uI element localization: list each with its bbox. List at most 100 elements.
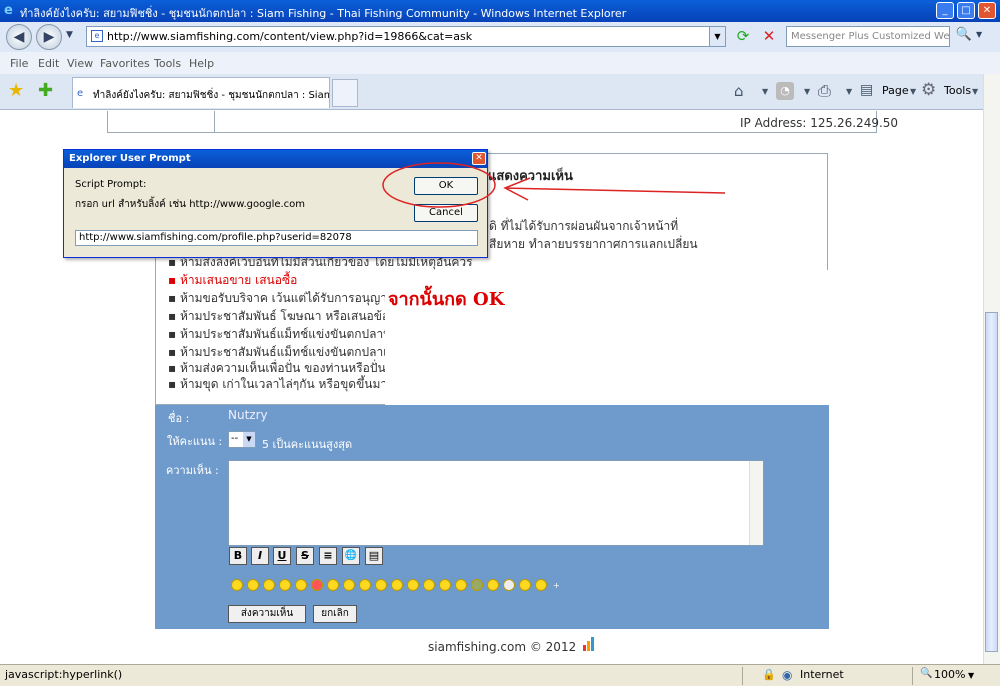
score-dropdown-icon[interactable]: ▼ bbox=[243, 432, 255, 447]
score-hint: 5 เป็นคะแนนสูงสุด bbox=[262, 438, 353, 451]
comment-label: ความเห็น : bbox=[166, 464, 219, 477]
home-dropdown-icon[interactable]: ▼ bbox=[762, 87, 768, 96]
search-input[interactable]: Messenger Plus Customized Web Sear bbox=[786, 26, 950, 47]
smiley-icon[interactable] bbox=[487, 579, 499, 591]
forward-arrow-icon[interactable]: ▶ bbox=[36, 24, 62, 50]
ip-value: 125.26.249.50 bbox=[810, 116, 899, 130]
menu-favorites[interactable]: Favorites bbox=[100, 57, 150, 70]
score-select[interactable]: -- ▼ bbox=[228, 431, 256, 448]
smiley-icon[interactable] bbox=[327, 579, 339, 591]
bold-button[interactable]: B bbox=[229, 547, 247, 565]
name-label: ชื่อ : bbox=[168, 412, 190, 425]
page-menu-icon: ▤ bbox=[860, 82, 874, 98]
smiley-icon[interactable] bbox=[263, 579, 275, 591]
add-favorite-icon[interactable]: ✚ bbox=[38, 80, 53, 101]
comment-textarea[interactable] bbox=[228, 460, 764, 546]
tab-row: ★ ✚ e ทำลิงค์ยังไงครับ: สยามฟิชชิ่ง - ชุ… bbox=[0, 74, 1000, 110]
hyperlink-icon[interactable]: 🌐 bbox=[342, 547, 360, 565]
smiley-icon[interactable] bbox=[311, 579, 323, 591]
home-icon[interactable]: ⌂ bbox=[734, 82, 744, 100]
tools-menu-button[interactable]: Tools bbox=[944, 84, 971, 97]
smiley-icon[interactable] bbox=[391, 579, 403, 591]
rule-line-2: สียหาย ทำลายบรรยากาศการแลกเปลี่ยน bbox=[489, 237, 698, 251]
quote-icon[interactable]: ▤ bbox=[365, 547, 383, 565]
smiley-icon[interactable] bbox=[343, 579, 355, 591]
menu-file[interactable]: File bbox=[10, 57, 28, 70]
address-dropdown-icon[interactable]: ▼ bbox=[709, 27, 725, 46]
submit-comment-button[interactable]: ส่งความเห็น bbox=[228, 605, 306, 623]
smiley-icon[interactable] bbox=[519, 579, 531, 591]
footer-text: siamfishing.com © 2012 bbox=[428, 640, 577, 654]
minimize-button[interactable]: _ bbox=[936, 2, 954, 19]
smiley-icon[interactable] bbox=[407, 579, 419, 591]
smiley-icon[interactable] bbox=[231, 579, 243, 591]
feeds-dropdown-icon[interactable]: ▼ bbox=[804, 87, 810, 96]
ie-icon: e bbox=[4, 3, 13, 18]
align-center-button[interactable]: ≡ bbox=[319, 547, 337, 565]
rule-item: ▪ ห้ามประชาสัมพันธ์ โฆษณา หรือเสนอข้อ bbox=[168, 309, 390, 323]
smiley-icon[interactable] bbox=[295, 579, 307, 591]
globe-icon: ◉ bbox=[782, 668, 793, 682]
menu-view[interactable]: View bbox=[67, 57, 93, 70]
smiley-icon[interactable] bbox=[439, 579, 451, 591]
tab-page-icon: e bbox=[77, 88, 84, 99]
rule-item: ▪ ห้ามเสนอขาย เสนอซื้อ bbox=[168, 273, 298, 287]
lock-icon: 🔒 bbox=[762, 668, 776, 681]
page-icon: e bbox=[91, 30, 103, 42]
feeds-icon[interactable]: ◔ bbox=[776, 82, 794, 100]
underline-button[interactable]: U bbox=[273, 547, 291, 565]
zoom-dropdown-icon[interactable]: ▼ bbox=[968, 671, 974, 680]
scrollbar-thumb[interactable] bbox=[985, 312, 998, 652]
favorites-star-icon[interactable]: ★ bbox=[8, 80, 24, 101]
smiley-icon[interactable] bbox=[455, 579, 467, 591]
rule-item: ▪ ห้ามประชาสัมพันธ์แม็ทช์แข่งขันตกปลาที่ bbox=[168, 327, 392, 341]
history-dropdown-icon[interactable]: ▼ bbox=[66, 30, 73, 40]
smiley-icon[interactable] bbox=[375, 579, 387, 591]
search-dropdown-icon[interactable]: ▼ bbox=[976, 30, 982, 39]
italic-button[interactable]: I bbox=[251, 547, 269, 565]
gear-icon: ⚙ bbox=[921, 80, 937, 100]
smiley-icon[interactable] bbox=[247, 579, 259, 591]
smiley-icon[interactable] bbox=[359, 579, 371, 591]
search-icon[interactable]: 🔍 bbox=[954, 27, 974, 47]
back-arrow-icon[interactable]: ◀ bbox=[6, 24, 32, 50]
print-dropdown-icon[interactable]: ▼ bbox=[846, 87, 852, 96]
menu-edit[interactable]: Edit bbox=[38, 57, 59, 70]
refresh-icon[interactable]: ⟳ bbox=[732, 27, 754, 47]
strike-button[interactable]: S bbox=[296, 547, 314, 565]
dialog-url-input[interactable]: http://www.siamfishing.com/profile.php?u… bbox=[75, 230, 478, 246]
ip-label: IP Address: bbox=[740, 116, 807, 130]
smiley-icon[interactable] bbox=[535, 579, 547, 591]
tools-dropdown-icon[interactable]: ▼ bbox=[972, 87, 978, 96]
new-tab-button[interactable] bbox=[332, 79, 358, 107]
dialog-message: กรอก url สำหรับลิ้งค์ เช่น http://www.go… bbox=[75, 199, 306, 210]
dialog-script-prompt: Script Prompt: bbox=[75, 179, 147, 190]
ok-highlight-ellipse bbox=[382, 162, 496, 208]
page-dropdown-icon[interactable]: ▼ bbox=[910, 87, 916, 96]
print-icon[interactable]: ⎙ bbox=[818, 81, 831, 101]
cancel-comment-button[interactable]: ยกเลิก bbox=[313, 605, 357, 623]
menu-bar: File Edit View Favorites Tools Help bbox=[0, 52, 1000, 74]
browser-tab[interactable]: e ทำลิงค์ยังไงครับ: สยามฟิชชิ่ง - ชุมชนน… bbox=[72, 77, 330, 108]
stop-icon[interactable]: ✕ bbox=[758, 27, 780, 47]
footer: siamfishing.com © 2012 bbox=[428, 637, 595, 654]
rule-item: ▪ ห้ามขอรับบริจาค เว้นแต่ได้รับการอนุญาต bbox=[168, 291, 395, 305]
menu-help[interactable]: Help bbox=[189, 57, 214, 70]
smiley-icon[interactable] bbox=[503, 579, 515, 591]
close-button[interactable]: ✕ bbox=[978, 2, 996, 19]
smiley-icon[interactable] bbox=[279, 579, 291, 591]
rule-line-1: ดิ ที่ไม่ได้รับการผ่อนผันจากเจ้าหน้าที่ bbox=[489, 219, 679, 233]
menu-tools[interactable]: Tools bbox=[154, 57, 181, 70]
smiley-icon[interactable] bbox=[423, 579, 435, 591]
address-bar[interactable]: e http://www.siamfishing.com/content/vie… bbox=[86, 26, 726, 47]
more-smileys-icon[interactable]: + bbox=[553, 581, 560, 590]
tab-label: ทำลิงค์ยังไงครับ: สยามฟิชชิ่ง - ชุมชนนัก… bbox=[93, 90, 330, 101]
score-label: ให้คะแนน : bbox=[167, 435, 223, 448]
zoom-level[interactable]: 100% bbox=[934, 668, 965, 681]
page-menu-button[interactable]: Page bbox=[882, 84, 909, 97]
status-bar: javascript:hyperlink() 🔒 ◉ Internet 🔍 10… bbox=[0, 664, 1000, 686]
textarea-scrollbar[interactable] bbox=[749, 461, 763, 545]
smiley-icon[interactable] bbox=[471, 579, 483, 591]
maximize-button[interactable]: □ bbox=[957, 2, 975, 19]
window-title: ทำลิงค์ยังไงครับ: สยามฟิชชิ่ง - ชุมชนนัก… bbox=[20, 7, 627, 20]
